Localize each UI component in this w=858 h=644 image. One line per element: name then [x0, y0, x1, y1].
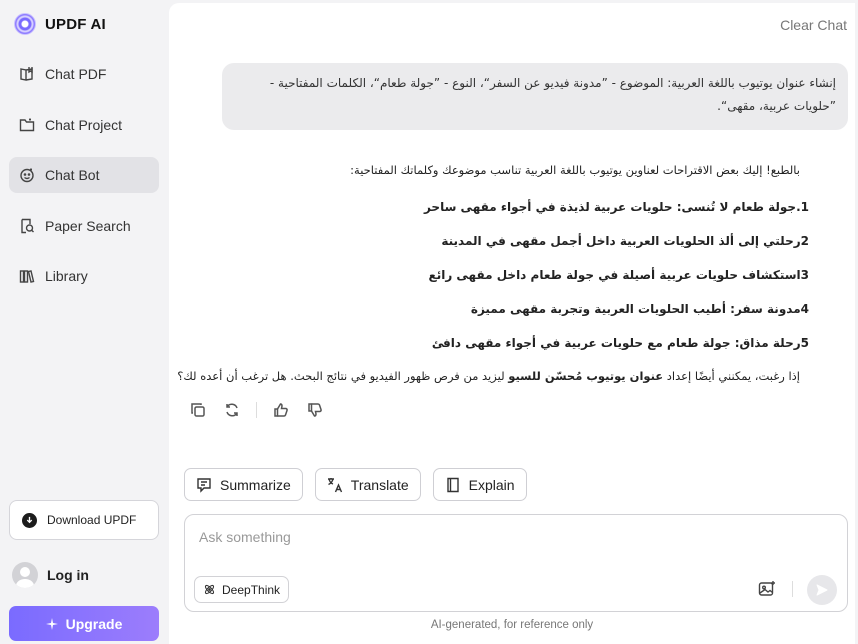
search-doc-icon	[21, 218, 34, 233]
folder-icon	[19, 118, 35, 131]
sparkle-icon	[45, 617, 58, 630]
explain-icon	[446, 477, 459, 492]
brand[interactable]: UPDF AI	[14, 13, 106, 35]
updf-logo-icon	[14, 13, 36, 35]
outro-bold: عنوان يوتيوب مُحسّن للسيو	[508, 369, 664, 383]
sidebar-nav: Chat PDF Chat Project Chat Bot Paper Sea…	[9, 56, 159, 309]
upgrade-label: Upgrade	[65, 615, 123, 632]
outro-text: إذا رغبت، يمكنني أيضًا إعداد	[663, 369, 800, 383]
quick-actions: Summarize Translate Explain	[184, 468, 527, 501]
chat-panel: Clear Chat إنشاء عنوان يوتيوب باللغة الع…	[169, 3, 855, 644]
sidebar-item-label: Paper Search	[45, 217, 131, 234]
translate-label: Translate	[350, 476, 409, 493]
bot-icon	[20, 168, 34, 183]
sidebar-item-paper-search[interactable]: Paper Search	[9, 208, 159, 244]
outro-text: ليزيد من فرص ظهور الفيديو في نتائج البحث…	[177, 369, 509, 383]
deepthink-toggle[interactable]: DeepThink	[194, 576, 290, 603]
divider	[256, 402, 257, 418]
refresh-icon	[226, 403, 238, 417]
deepthink-label: DeepThink	[222, 582, 281, 597]
thumbs-down-icon	[308, 403, 322, 417]
sidebar-item-chat-pdf[interactable]: Chat PDF	[9, 56, 159, 92]
sidebar-item-chat-bot[interactable]: Chat Bot	[9, 157, 159, 193]
avatar	[12, 562, 38, 588]
answer-outro: إذا رغبت، يمكنني أيضًا إعداد عنوان يوتيو…	[177, 369, 800, 383]
book-icon	[20, 67, 33, 81]
copy-button[interactable]	[188, 400, 208, 420]
answer-list-item: 4مدونة سفر: أطيب الحلويات العربية وتجربة…	[470, 302, 809, 316]
thumbs-up-button[interactable]	[271, 400, 291, 420]
upgrade-button[interactable]: Upgrade	[9, 606, 159, 641]
login-button[interactable]: Log in	[12, 562, 89, 588]
sidebar-item-label: Chat PDF	[45, 66, 107, 82]
ai-disclaimer: AI-generated, for reference only	[430, 619, 594, 631]
sidebar: UPDF AI Chat PDF Chat Project Chat Bot P…	[0, 0, 168, 644]
answer-list-item: 3استكشاف حلويات عربية أصيلة في جولة طعام…	[428, 268, 810, 282]
login-label: Log in	[47, 567, 89, 583]
chat-input-box: DeepThink	[184, 514, 848, 612]
summarize-label: Summarize	[220, 476, 291, 493]
summarize-button[interactable]: Summarize	[184, 468, 303, 501]
download-label: Download UPDF	[47, 513, 137, 527]
sidebar-item-label: Chat Project	[45, 116, 123, 133]
image-upload-icon[interactable]	[757, 579, 777, 599]
answer-actions	[188, 400, 325, 420]
sidebar-item-label: Chat Bot	[45, 167, 100, 183]
answer-list-item: 1.جولة طعام لا تُنسى: حلويات عربية لذيذة…	[423, 200, 809, 214]
translate-icon	[327, 477, 342, 492]
ask-input[interactable]	[199, 529, 799, 545]
user-message: إنشاء عنوان يوتيوب باللغة العربية: الموض…	[222, 63, 848, 130]
brand-name: UPDF AI	[45, 15, 106, 33]
divider	[792, 581, 793, 597]
thumbs-up-icon	[274, 403, 288, 417]
download-icon	[22, 512, 37, 528]
summarize-icon	[197, 477, 211, 493]
clear-chat-button[interactable]: Clear Chat	[780, 17, 847, 33]
explain-button[interactable]: Explain	[432, 468, 527, 501]
send-button[interactable]	[807, 575, 837, 605]
translate-button[interactable]: Translate	[314, 468, 421, 501]
answer-list-item: 2رحلتي إلى ألذ الحلويات العربية داخل أجم…	[441, 234, 809, 248]
explain-label: Explain	[468, 476, 515, 493]
library-icon	[19, 270, 35, 283]
copy-icon	[191, 403, 205, 417]
answer-intro: بالطبع! إليك بعض الاقتراحات لعناوين يوتي…	[350, 163, 800, 177]
answer-list-item: 5رحلة مذاق: جولة طعام مع حلويات عربية في…	[431, 336, 809, 350]
download-updf-button[interactable]: Download UPDF	[9, 500, 159, 540]
regenerate-button[interactable]	[222, 400, 242, 420]
atom-icon	[204, 584, 215, 595]
sidebar-item-chat-project[interactable]: Chat Project	[9, 107, 159, 143]
send-icon	[816, 584, 828, 596]
sidebar-item-label: Library	[45, 268, 88, 284]
sidebar-item-library[interactable]: Library	[9, 258, 159, 294]
thumbs-down-button[interactable]	[305, 400, 325, 420]
